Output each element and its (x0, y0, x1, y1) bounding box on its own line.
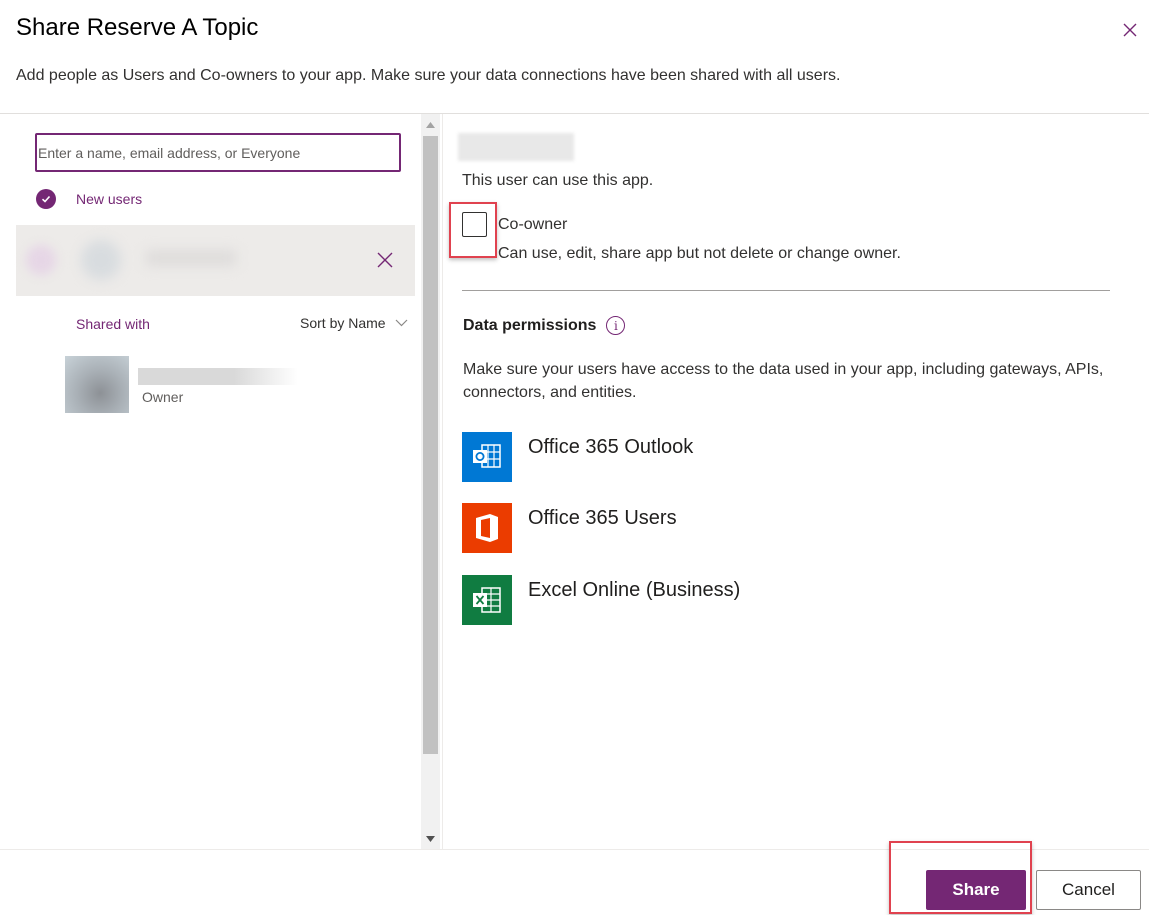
data-permissions-description: Make sure your users have access to the … (463, 361, 1104, 401)
coowner-checkbox[interactable] (462, 212, 487, 237)
data-permissions-title: Data permissions (463, 316, 597, 334)
section-divider (462, 290, 1110, 291)
user-photo-blurred (81, 240, 121, 280)
info-icon[interactable]: i (606, 316, 626, 335)
remove-user-button[interactable] (376, 251, 394, 269)
footer-divider (0, 849, 1149, 850)
user-avatar-blurred (26, 245, 56, 275)
new-users-label: New users (76, 191, 143, 207)
connector-label: Office 365 Outlook (528, 436, 694, 458)
header-divider (0, 113, 1149, 114)
excel-icon (462, 575, 512, 625)
connector-item: Office 365 Users (462, 503, 677, 553)
people-search-input[interactable] (35, 133, 401, 172)
connector-item: Office 365 Outlook (462, 432, 693, 482)
scroll-down-button[interactable] (421, 832, 440, 846)
dialog-subtitle: Add people as Users and Co-owners to you… (16, 67, 841, 84)
owner-role: Owner (142, 389, 184, 405)
panel-divider (442, 114, 443, 849)
can-use-text: This user can use this app. (462, 172, 654, 189)
dialog-title: Share Reserve A Topic (16, 14, 259, 41)
selected-user-name-blurred (458, 133, 574, 161)
scroll-up-button[interactable] (421, 118, 440, 132)
owner-avatar (65, 356, 129, 413)
owner-name-blurred (138, 368, 298, 385)
data-permissions-heading: Data permissions i (463, 316, 626, 335)
arrow-up-icon (426, 122, 435, 128)
left-panel-scrollbar[interactable] (421, 114, 440, 849)
sort-label: Sort by Name (300, 315, 386, 331)
close-button[interactable] (1120, 20, 1140, 40)
coowner-description: Can use, edit, share app but not delete … (498, 245, 901, 262)
sort-dropdown[interactable]: Sort by Name (300, 315, 408, 331)
outlook-icon (462, 432, 512, 482)
scroll-thumb[interactable] (423, 136, 438, 754)
connector-label: Office 365 Users (528, 507, 677, 529)
connector-label: Excel Online (Business) (528, 579, 741, 601)
coowner-label: Co-owner (498, 216, 568, 233)
connector-item: Excel Online (Business) (462, 575, 740, 625)
chevron-down-icon (395, 319, 408, 327)
user-name-blurred (146, 250, 236, 266)
cancel-button[interactable]: Cancel (1036, 870, 1141, 910)
new-users-section: New users (36, 189, 142, 209)
checkmark-circle-icon (36, 189, 56, 209)
office-icon (462, 503, 512, 553)
arrow-down-icon (426, 836, 435, 842)
selected-user-row[interactable] (16, 225, 415, 296)
close-icon (1123, 23, 1137, 37)
share-button[interactable]: Share (926, 870, 1026, 910)
shared-with-label: Shared with (76, 316, 150, 332)
close-icon (377, 252, 393, 268)
